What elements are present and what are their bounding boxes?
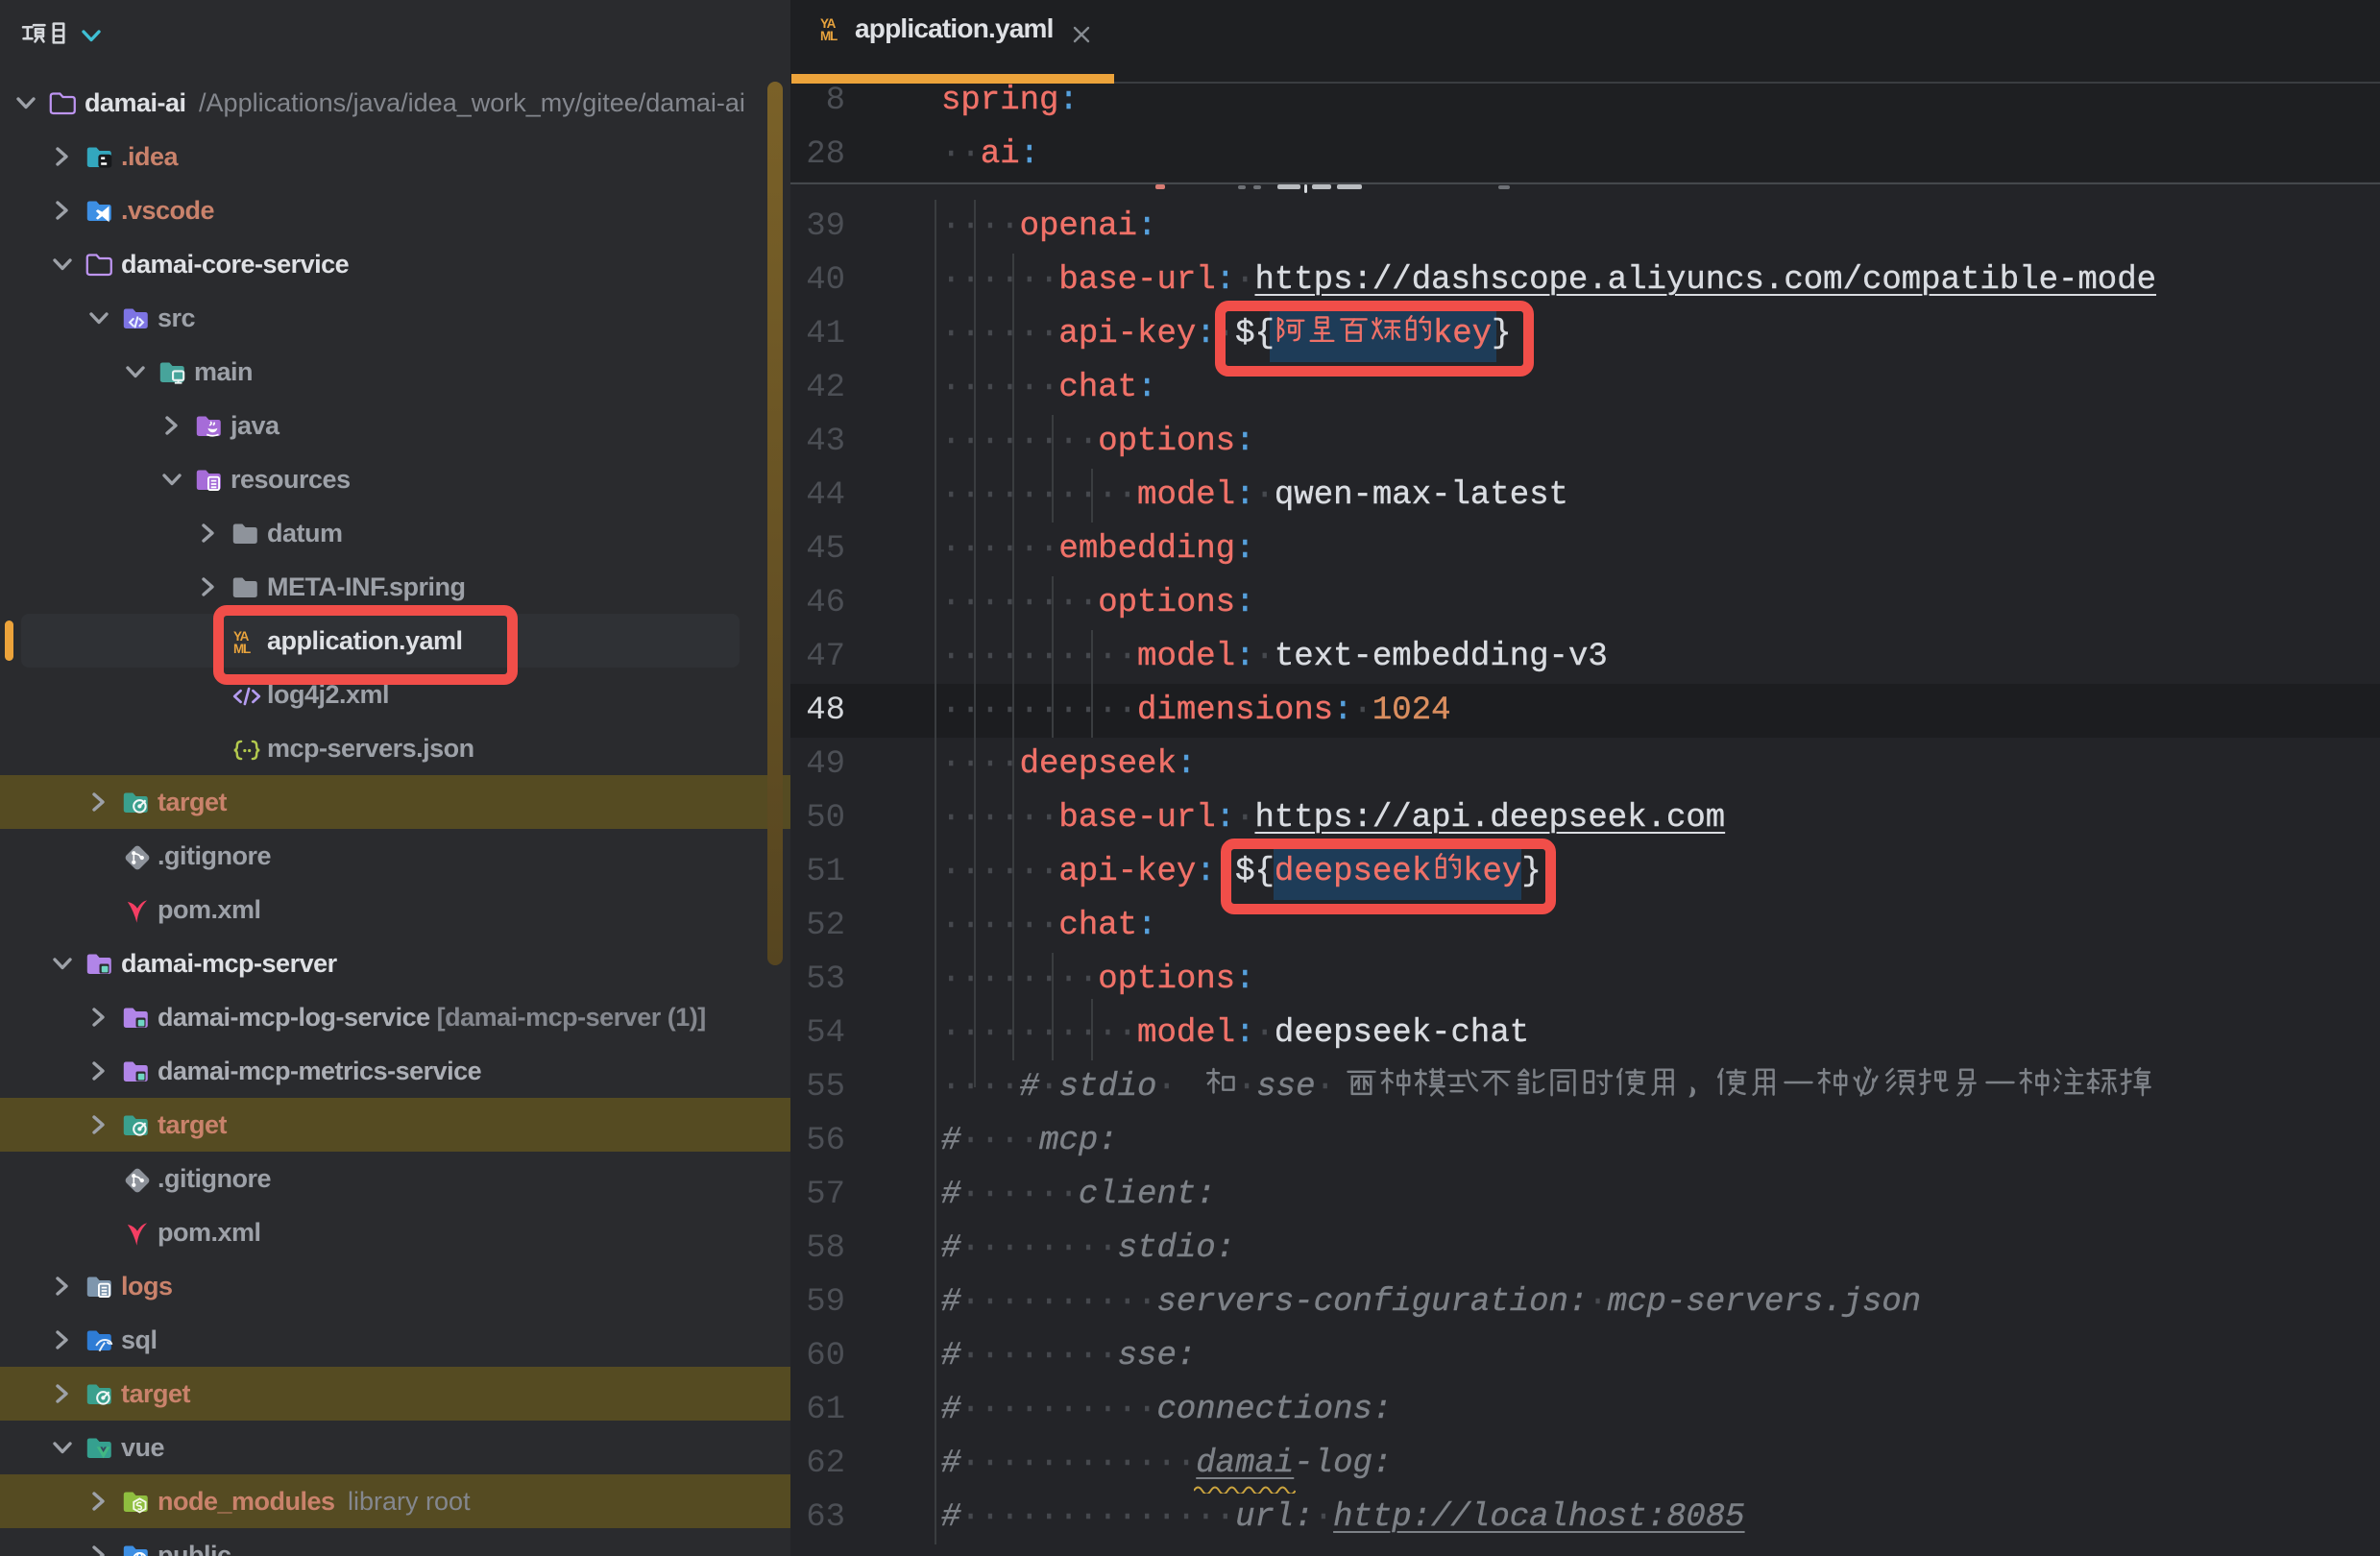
- svg-text:ML: ML: [820, 29, 838, 43]
